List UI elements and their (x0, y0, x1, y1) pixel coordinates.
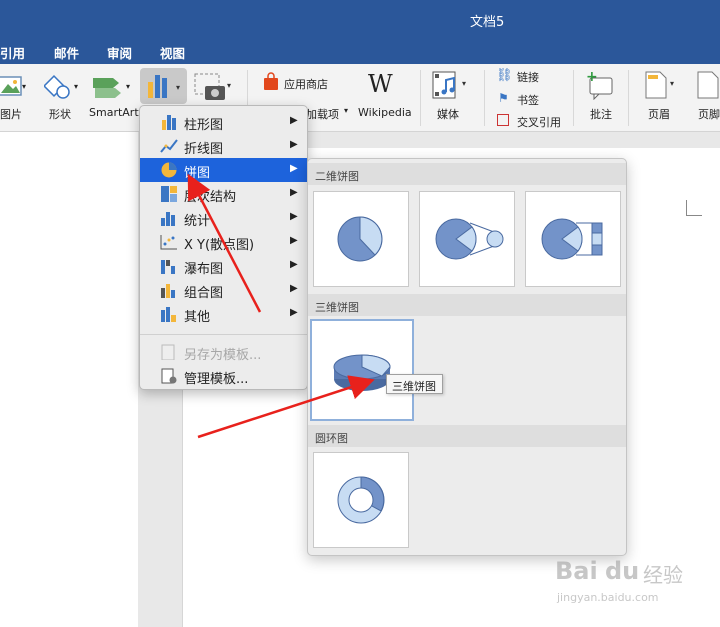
watermark-url: jingyan.baidu.com (557, 591, 659, 604)
watermark-brand-cn: 经验 (643, 563, 683, 587)
arrow-to-pie-menu (187, 173, 262, 313)
annotation-arrows (187, 173, 375, 439)
baidu-watermark: Bai du 经验 jingyan.baidu.com (555, 555, 705, 615)
watermark-brand: Bai (555, 557, 598, 585)
watermark-brand2: du (605, 557, 640, 585)
arrow-to-3d-pie (197, 375, 375, 439)
